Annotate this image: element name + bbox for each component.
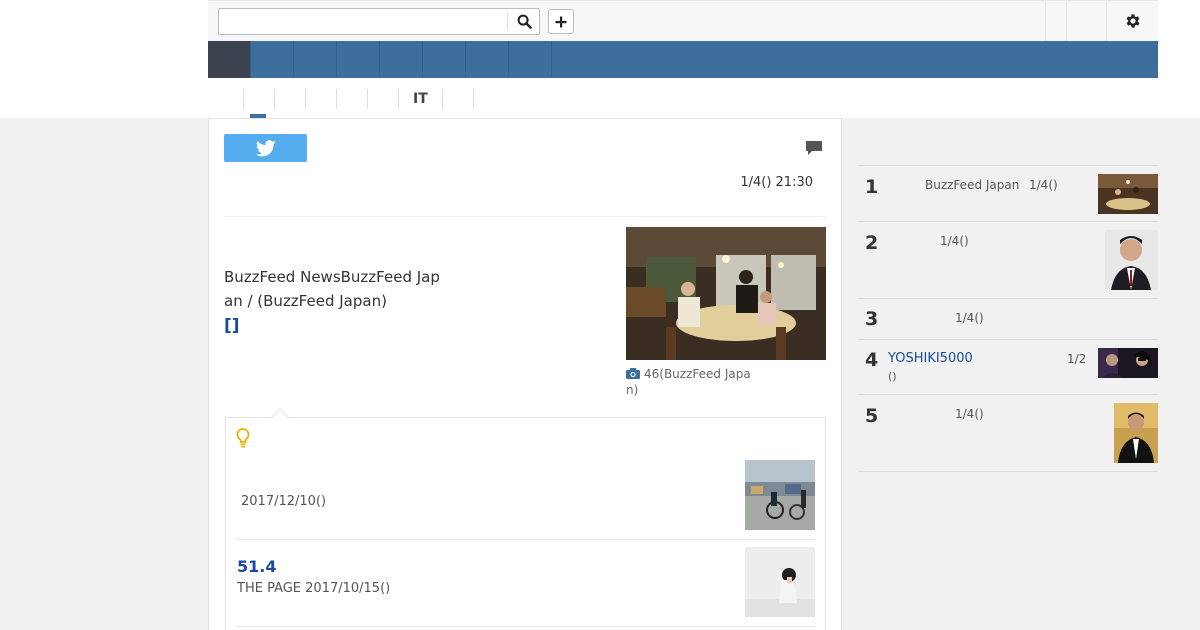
ranking-item[interactable]: 3 1/4() — [858, 298, 1158, 339]
nav-item[interactable] — [423, 41, 466, 78]
plus-icon — [555, 16, 567, 27]
rank-title: YOSHIKI5000 — [888, 351, 973, 366]
nav-item[interactable] — [552, 41, 595, 78]
ranking-item[interactable]: 4 YOSHIKI5000 () 1/2 — [858, 339, 1158, 394]
ranking-item[interactable]: 2 1/4() — [858, 221, 1158, 298]
rank-source: BuzzFeed Japan — [925, 178, 1020, 192]
main-nav — [208, 41, 1158, 78]
comment-button[interactable] — [805, 139, 823, 157]
nav-item[interactable] — [251, 41, 294, 78]
tweet-button[interactable] — [224, 134, 307, 162]
rank-date: 1/4() — [1029, 178, 1058, 192]
lightbulb-icon — [236, 428, 250, 452]
nav-item[interactable] — [294, 41, 337, 78]
related-title[interactable]: 51.4 — [237, 557, 276, 576]
rank-number: 5 — [865, 405, 879, 427]
nav-item[interactable] — [380, 41, 423, 78]
comment-icon — [806, 141, 822, 155]
nav-item-home[interactable] — [208, 41, 251, 78]
photo-caption: 46(BuzzFeed Japan) — [626, 366, 751, 398]
divider — [236, 626, 816, 627]
article-lead: BuzzFeed NewsBuzzFeed Japan / (BuzzFeed … — [224, 268, 440, 310]
rank-thumbnail — [1114, 403, 1158, 463]
article-photo[interactable] — [626, 227, 826, 360]
tab-it[interactable]: IT — [398, 89, 442, 109]
rank-thumbnail — [1098, 348, 1158, 378]
ranking-list: 1 BuzzFeed Japan 1/4() 2 1/4() 3 1/4() 4… — [858, 165, 1158, 471]
rank-date: 1/2 — [1067, 352, 1087, 366]
tab-item[interactable] — [243, 89, 274, 109]
ranking-item[interactable]: 1 BuzzFeed Japan 1/4() — [858, 165, 1158, 221]
rank-date: 1/4() — [955, 311, 984, 325]
search-input[interactable] — [221, 11, 505, 32]
header-divider — [1066, 1, 1067, 41]
rank-number: 2 — [865, 232, 879, 254]
header-divider — [1045, 1, 1046, 41]
divider — [224, 216, 827, 217]
divider — [236, 539, 816, 540]
ranking-item[interactable]: 5 1/4() — [858, 394, 1158, 471]
add-button[interactable] — [548, 9, 574, 34]
nav-item[interactable] — [466, 41, 509, 78]
rank-number: 3 — [865, 308, 879, 330]
tab-item[interactable] — [274, 89, 305, 109]
related-meta: 2017/12/10() — [241, 494, 327, 509]
tab-item[interactable] — [367, 89, 398, 109]
search-divider — [507, 13, 508, 30]
callout-notch — [271, 408, 289, 426]
search-icon — [517, 14, 532, 29]
related-thumbnail[interactable] — [745, 547, 815, 617]
rank-date: 1/4() — [955, 407, 984, 421]
tab-item[interactable] — [305, 89, 336, 109]
nav-item[interactable] — [509, 41, 552, 78]
rank-thumbnail — [1098, 174, 1158, 214]
photo-caption-text: 46(BuzzFeed Japan) — [626, 367, 751, 397]
read-more-link[interactable]: [] — [224, 316, 240, 336]
rank-number: 1 — [865, 176, 879, 198]
related-articles: 2017/12/10() 51.4 THE PAGE 2017/10/15() — [225, 408, 826, 630]
category-tabs: IT — [243, 88, 474, 110]
twitter-icon — [255, 139, 276, 156]
search-box — [218, 8, 540, 35]
nav-item[interactable] — [337, 41, 380, 78]
rank-date: 1/4() — [940, 234, 969, 248]
settings-button[interactable] — [1122, 10, 1144, 32]
tab-item[interactable] — [441, 89, 474, 109]
related-meta: THE PAGE 2017/10/15() — [237, 581, 391, 596]
rank-number: 4 — [865, 349, 879, 371]
article-main: 1/4() 21:30 BuzzFeed NewsBuzzFeed Japan … — [208, 118, 842, 630]
header-bar — [208, 0, 1158, 41]
related-thumbnail[interactable] — [745, 460, 815, 530]
rank-thumbnail — [1105, 230, 1158, 290]
tab-item[interactable] — [336, 89, 367, 109]
header-divider — [1106, 1, 1107, 41]
divider — [858, 471, 1158, 472]
rank-subtitle: () — [888, 370, 897, 383]
camera-icon — [626, 368, 640, 379]
gear-icon — [1126, 14, 1140, 28]
search-button[interactable] — [510, 10, 538, 33]
article-date: 1/4() 21:30 — [740, 175, 813, 190]
